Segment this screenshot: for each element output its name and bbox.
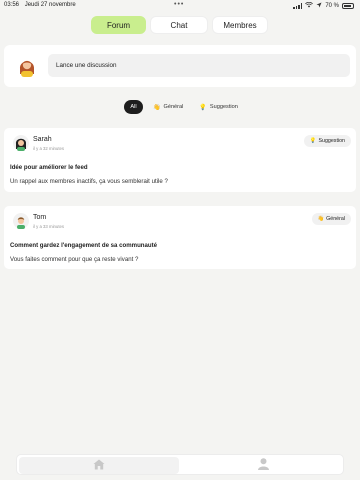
lightbulb-icon: 💡 — [309, 138, 317, 144]
status-time: 03:56 — [4, 2, 20, 8]
location-icon — [316, 2, 322, 10]
home-icon — [93, 457, 105, 475]
lightbulb-icon: 💡 — [199, 104, 207, 111]
category-badge: 💡 Suggestion — [303, 135, 351, 147]
category-badge: 👋 Général — [311, 213, 351, 225]
multitask-dots-icon[interactable]: ••• — [174, 1, 184, 8]
post-body: Un rappel aux membres inactifs, ça vous … — [10, 178, 168, 185]
post-title: Idée pour améliorer le feed — [10, 164, 88, 171]
avatar — [16, 55, 38, 77]
profile-icon — [257, 457, 269, 475]
post-body: Vous faites comment pour que ça reste vi… — [10, 256, 139, 263]
filter-all[interactable]: All — [124, 100, 143, 114]
status-date: Jeudi 27 novembre — [24, 2, 76, 8]
tab-forum[interactable]: Forum — [91, 16, 146, 34]
signal-icon — [293, 3, 303, 9]
filter-general[interactable]: 👋 Général — [147, 100, 189, 114]
discussion-input[interactable]: Lance une discussion — [48, 54, 350, 77]
post-card[interactable]: Sarah il y a 32 minutes 💡 Suggestion Idé… — [4, 128, 356, 192]
post-card[interactable]: Tom il y a 33 minutes 👋 Général Comment … — [4, 206, 356, 269]
top-tabs: Forum Chat Membres — [91, 16, 268, 34]
nav-home[interactable] — [19, 457, 179, 474]
status-bar: 03:56 Jeudi 27 novembre ••• 70 % — [0, 0, 360, 12]
badge-label: Général — [326, 216, 345, 222]
post-title: Comment gardez l'engagement de sa commun… — [10, 242, 158, 249]
tab-membres[interactable]: Membres — [212, 16, 268, 34]
wave-icon: 👋 — [153, 104, 161, 111]
wifi-icon — [305, 1, 314, 10]
post-author[interactable]: Sarah — [33, 136, 52, 143]
battery-icon — [342, 3, 354, 9]
tab-chat[interactable]: Chat — [150, 16, 208, 34]
nav-profile[interactable] — [183, 457, 343, 474]
category-filters: All 👋 Général 💡 Suggestion — [124, 100, 244, 114]
post-time: il y a 33 minutes — [33, 224, 65, 229]
badge-label: Suggestion — [318, 138, 345, 144]
battery-percent: 70 % — [325, 3, 339, 9]
filter-suggestion[interactable]: 💡 Suggestion — [193, 100, 243, 114]
post-time: il y a 32 minutes — [33, 146, 65, 151]
avatar — [13, 213, 29, 229]
filter-label: Général — [163, 104, 184, 110]
wave-icon: 👋 — [317, 216, 325, 222]
bottom-nav — [16, 454, 344, 475]
post-author[interactable]: Tom — [33, 214, 46, 221]
discussion-composer: Lance une discussion — [4, 45, 356, 87]
filter-label: Suggestion — [209, 104, 238, 110]
avatar — [13, 135, 29, 151]
